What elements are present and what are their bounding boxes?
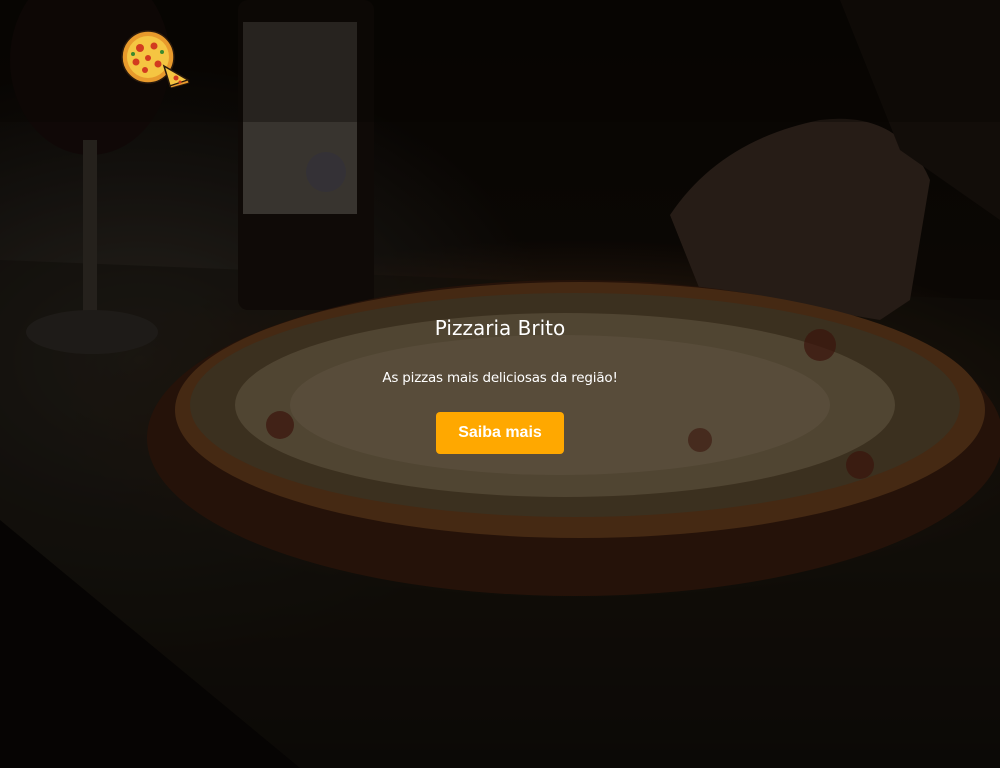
header-bar [0,0,1000,122]
saiba-mais-button[interactable]: Saiba mais [436,412,564,454]
hero-subtitle: As pizzas mais deliciosas da região! [382,370,618,386]
hero-title: Pizzaria Brito [434,316,566,340]
hero-content: Pizzaria Brito As pizzas mais deliciosas… [0,312,1000,454]
pizza-icon[interactable] [118,30,190,88]
hero-section: Pizzaria Brito As pizzas mais deliciosas… [0,0,1000,768]
